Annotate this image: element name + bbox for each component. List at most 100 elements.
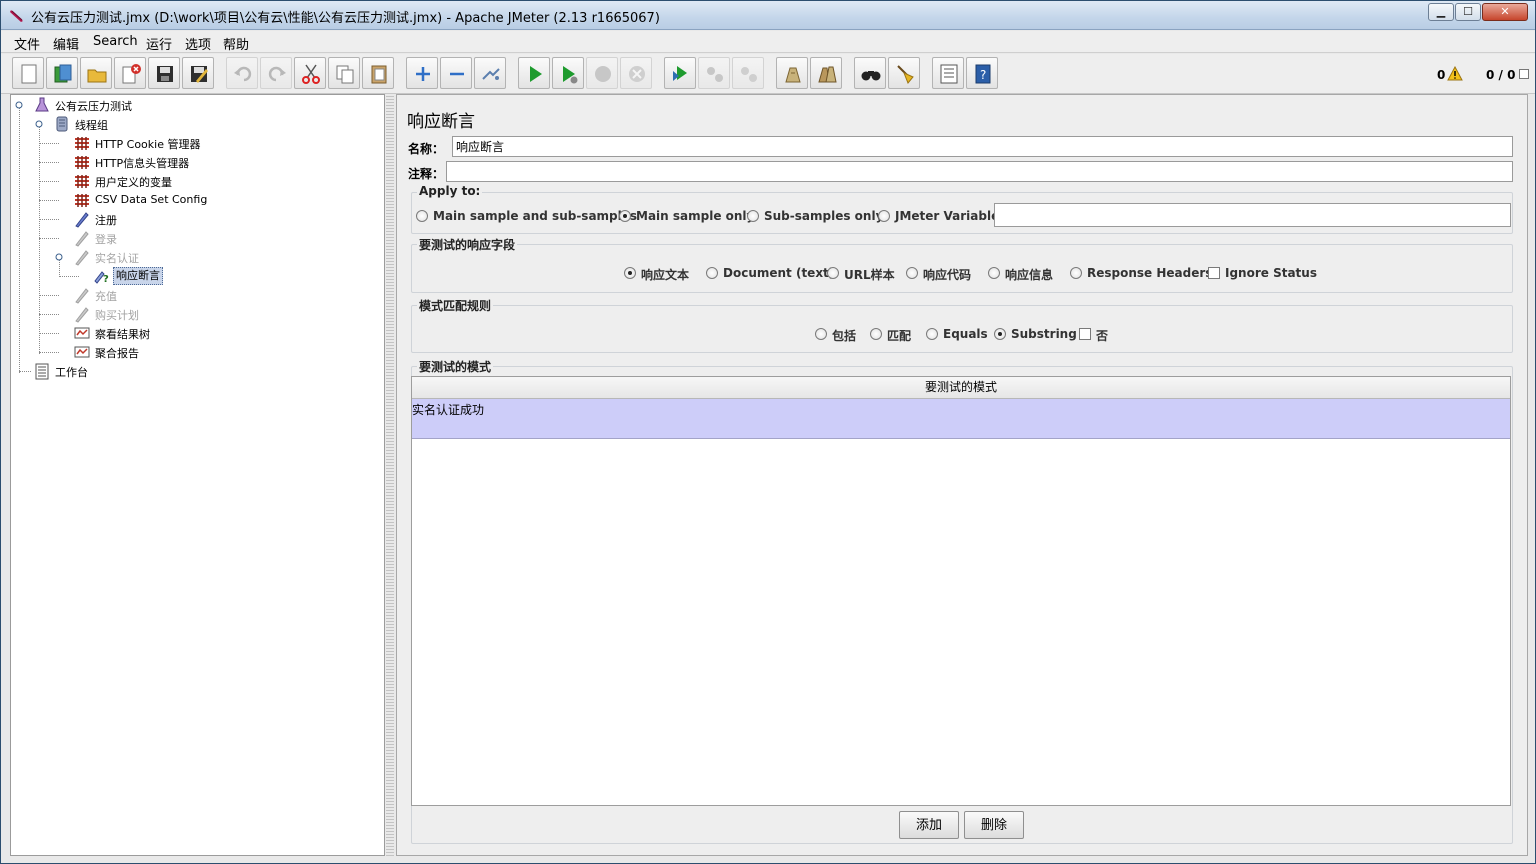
paste-button[interactable] bbox=[362, 57, 394, 89]
tree-node-label: HTTP Cookie 管理器 bbox=[95, 138, 201, 151]
tree-node-label: 用户定义的变量 bbox=[95, 176, 172, 189]
save-as-icon bbox=[191, 66, 208, 83]
save-button[interactable] bbox=[148, 57, 180, 89]
tree-node-label: 充值 bbox=[95, 290, 117, 303]
split-pane-divider[interactable] bbox=[386, 94, 394, 856]
shutdown-button[interactable] bbox=[620, 57, 652, 89]
stop-icon bbox=[595, 66, 611, 82]
remote-start-icon bbox=[673, 66, 687, 81]
remote-stop-icon bbox=[707, 67, 723, 82]
tree-toggle-icon[interactable] bbox=[15, 101, 23, 109]
assertion-icon: ? bbox=[94, 271, 109, 285]
function-helper-button[interactable] bbox=[932, 57, 964, 89]
clear-icon bbox=[785, 67, 801, 83]
tree-node-label: HTTP信息头管理器 bbox=[95, 157, 190, 170]
menu-run[interactable]: 运行 bbox=[146, 34, 172, 53]
jmeter-variable-field[interactable] bbox=[994, 203, 1511, 227]
close-file-button[interactable] bbox=[114, 57, 146, 89]
reset-search-button[interactable] bbox=[888, 57, 920, 89]
minimize-button[interactable]: ▁ bbox=[1428, 3, 1454, 21]
clear-button[interactable] bbox=[776, 57, 808, 89]
start-no-pause-button[interactable] bbox=[552, 57, 584, 89]
svg-text:?: ? bbox=[103, 274, 109, 285]
start-no-pause-icon bbox=[563, 66, 578, 84]
tree-node-label: CSV Data Set Config bbox=[95, 193, 208, 206]
patterns-column-header[interactable]: 要测试的模式 bbox=[412, 377, 1510, 399]
remote-start-button[interactable] bbox=[664, 57, 696, 89]
pattern-cell[interactable]: 实名认证成功 bbox=[412, 403, 484, 417]
undo-icon bbox=[234, 66, 252, 82]
remote-shutdown-icon bbox=[741, 67, 757, 82]
menu-search[interactable]: Search bbox=[93, 34, 138, 49]
tree-node-label: 线程组 bbox=[75, 119, 108, 132]
response-field-group: 要测试的响应字段 响应文本 Document (text) URL样本 响应代码… bbox=[411, 236, 1513, 293]
copy-button[interactable] bbox=[328, 57, 360, 89]
close-button[interactable]: ✕ bbox=[1482, 3, 1528, 21]
sampler-icon bbox=[75, 231, 89, 247]
tree-toggle-icon[interactable] bbox=[35, 120, 43, 128]
remote-stop-button[interactable] bbox=[698, 57, 730, 89]
apply-to-title: Apply to: bbox=[417, 184, 483, 198]
table-row[interactable]: 实名认证成功 bbox=[412, 399, 1510, 439]
new-button[interactable] bbox=[12, 57, 44, 89]
menu-options[interactable]: 选项 bbox=[185, 34, 211, 53]
cut-button[interactable] bbox=[294, 57, 326, 89]
workbench-icon bbox=[35, 363, 49, 380]
menu-edit[interactable]: 编辑 bbox=[53, 34, 79, 53]
toggle-icon bbox=[482, 68, 500, 80]
templates-button[interactable] bbox=[46, 57, 78, 89]
collapse-all-button[interactable] bbox=[440, 57, 472, 89]
collapse-icon bbox=[450, 72, 464, 76]
redo-icon bbox=[268, 66, 286, 82]
shutdown-icon bbox=[629, 66, 645, 82]
start-button[interactable] bbox=[518, 57, 550, 89]
tree-line bbox=[19, 105, 20, 373]
remote-shutdown-button[interactable] bbox=[732, 57, 764, 89]
comment-field[interactable] bbox=[446, 161, 1513, 182]
tree-node-label: 聚合报告 bbox=[95, 347, 139, 360]
tree-node-label: 注册 bbox=[95, 214, 117, 227]
save-as-button[interactable] bbox=[182, 57, 214, 89]
warning-icon[interactable] bbox=[1447, 66, 1463, 81]
reset-search-icon bbox=[897, 65, 914, 84]
add-button[interactable]: 添加 bbox=[899, 811, 959, 839]
window-title: 公有云压力测试.jmx (D:\work\项目\公有云\性能\公有云压力测试.j… bbox=[31, 11, 660, 26]
function-helper-icon bbox=[940, 64, 958, 84]
name-field[interactable] bbox=[452, 136, 1513, 157]
menu-help[interactable]: 帮助 bbox=[223, 34, 249, 53]
maximize-button[interactable]: ☐ bbox=[1455, 3, 1481, 21]
open-icon bbox=[87, 69, 107, 83]
patterns-table[interactable]: 要测试的模式 实名认证成功 bbox=[411, 376, 1511, 806]
thread-count: 0 / 0 bbox=[1486, 68, 1516, 82]
sampler-icon bbox=[75, 250, 89, 266]
copy-icon bbox=[336, 65, 354, 84]
tree-toggle-icon[interactable] bbox=[55, 253, 63, 261]
search-icon bbox=[861, 71, 881, 81]
clear-all-button[interactable] bbox=[810, 57, 842, 89]
expand-all-button[interactable] bbox=[406, 57, 438, 89]
menu-file[interactable]: 文件 bbox=[14, 34, 40, 53]
tree-line bbox=[39, 295, 59, 296]
tree-line bbox=[19, 371, 31, 372]
toggle-button[interactable] bbox=[474, 57, 506, 89]
redo-button[interactable] bbox=[260, 57, 292, 89]
sampler-icon bbox=[75, 212, 89, 228]
help-button[interactable]: ? bbox=[966, 57, 998, 89]
patterns-title: 要测试的模式 bbox=[417, 358, 494, 375]
config-icon bbox=[75, 156, 89, 169]
test-plan-tree[interactable]: 公有云压力测试 线程组 HTTP Cookie 管理器 HTTP信息头管理器 用… bbox=[10, 94, 385, 856]
search-button[interactable] bbox=[854, 57, 886, 89]
tree-node-label: 工作台 bbox=[55, 366, 88, 379]
undo-button[interactable] bbox=[226, 57, 258, 89]
stop-button[interactable] bbox=[586, 57, 618, 89]
config-icon bbox=[75, 137, 89, 150]
svg-text:?: ? bbox=[980, 68, 986, 82]
jmeter-window: 公有云压力测试.jmx (D:\work\项目\公有云\性能\公有云压力测试.j… bbox=[0, 0, 1536, 864]
new-icon bbox=[21, 64, 37, 84]
close-file-icon bbox=[122, 64, 141, 84]
tree-node-label: 察看结果树 bbox=[95, 328, 150, 341]
open-button[interactable] bbox=[80, 57, 112, 89]
tree-line bbox=[39, 333, 59, 334]
apply-to-group: Apply to: Main sample and sub-samples Ma… bbox=[411, 184, 1513, 234]
delete-button[interactable]: 删除 bbox=[964, 811, 1024, 839]
